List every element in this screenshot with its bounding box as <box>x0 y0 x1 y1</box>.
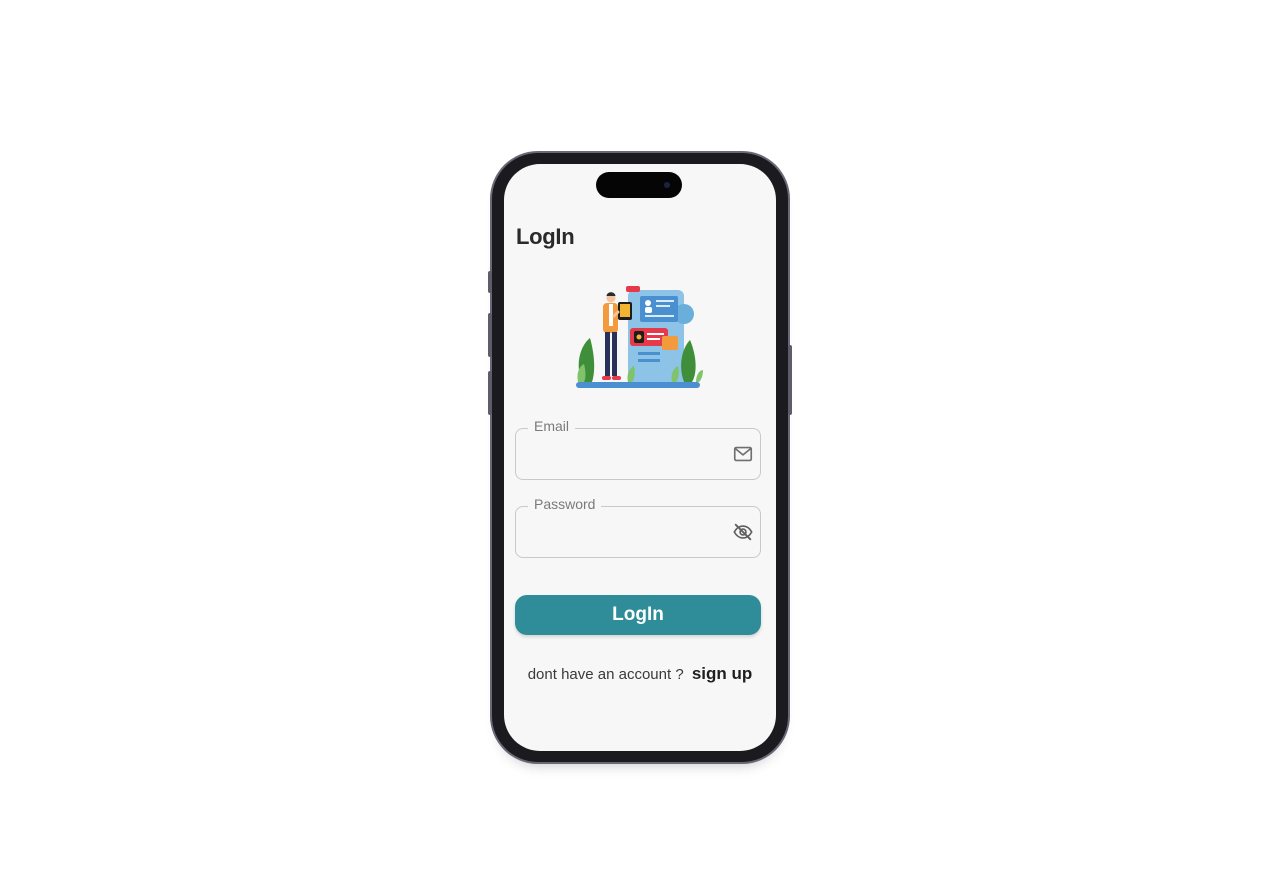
mockup-stage: LogIn Email Password LogIn dont have an … <box>0 0 1280 896</box>
page-title: LogIn <box>516 224 575 249</box>
login-illustration <box>576 286 703 388</box>
app-screen: LogIn Email Password LogIn dont have an … <box>504 164 776 751</box>
dynamic-island <box>596 172 682 198</box>
login-button[interactable]: LogIn <box>515 595 761 635</box>
front-camera <box>664 182 670 188</box>
eye-off-icon[interactable] <box>732 521 754 543</box>
password-input[interactable] <box>530 519 724 547</box>
volume-down-button <box>488 371 492 415</box>
power-button <box>788 345 792 415</box>
password-field: Password <box>515 496 761 558</box>
mail-icon <box>733 446 753 462</box>
email-input[interactable] <box>530 441 724 469</box>
email-label: Email <box>528 418 576 434</box>
volume-up-button <box>488 313 492 357</box>
signup-link[interactable]: sign up <box>692 664 752 683</box>
signup-prompt-text: dont have an account ? <box>527 666 684 683</box>
action-button <box>488 271 492 293</box>
signup-prompt-row: dont have an account ? sign up <box>504 664 776 684</box>
phone-frame: LogIn Email Password LogIn dont have an … <box>488 153 792 762</box>
email-field: Email <box>515 418 761 480</box>
password-label: Password <box>528 496 602 512</box>
